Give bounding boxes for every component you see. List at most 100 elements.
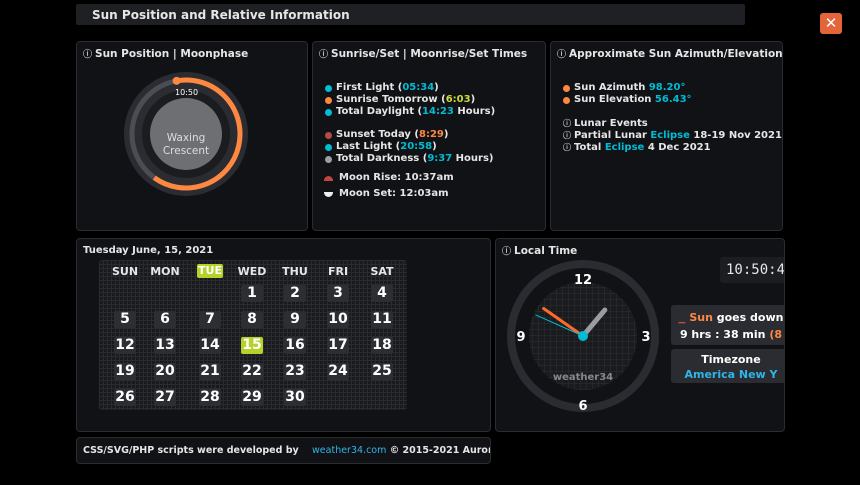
calendar-day[interactable]: 18 — [371, 337, 393, 354]
partial-eclipse-row: ⓘ Partial Lunar Eclipse 18-19 Nov 2021 — [563, 130, 782, 141]
total-eclipse-row: ⓘ Total Eclipse 4 Dec 2021 — [563, 142, 711, 153]
weekday-tue: TUE — [197, 264, 223, 278]
clock-number-3: 3 — [641, 330, 650, 345]
daylight-row: Total Daylight (14:23 Hours) — [325, 106, 495, 118]
weekday-fri: FRI — [327, 265, 349, 278]
calendar-day[interactable]: 13 — [154, 337, 176, 354]
calendar-day[interactable]: 17 — [327, 337, 349, 354]
calendar-day[interactable]: 5 — [114, 311, 136, 328]
calendar-day[interactable]: 1 — [241, 285, 263, 302]
calendar-day[interactable]: 21 — [199, 363, 221, 380]
calendar-day[interactable]: 30 — [284, 389, 306, 406]
moonrise-row: Moon Rise: 10:37am — [324, 170, 454, 186]
moonset-icon — [324, 191, 333, 197]
panel-title: Approximate Sun Azimuth/Elevation — [569, 48, 783, 60]
elevation-row: Sun Elevation 56.43° — [563, 94, 692, 106]
cyan-dot-icon — [325, 84, 332, 92]
calendar-grid-bg — [99, 260, 407, 410]
info-icon: ⓘ — [557, 50, 567, 60]
calendar-day[interactable]: 10 — [327, 311, 349, 328]
sunrise-list: First Light (05:34) Sunrise Tomorrow (6:… — [325, 82, 495, 118]
sun-dial: 10:50 Waxing Crescent — [124, 72, 248, 196]
calendar-panel: Tuesday June, 15, 2021 SUN MON TUE WED THU FR… — [76, 238, 491, 432]
sunset-row: Sunset Today (8:29) — [325, 129, 494, 141]
sunrise-row: Sunrise Tomorrow (6:03) — [325, 94, 495, 106]
clock-brand: weather34 — [553, 372, 613, 383]
panel-title: Sunrise/Set | Moonrise/Set Times — [331, 48, 528, 60]
calendar-date: Tuesday June, 15, 2021 — [83, 245, 214, 256]
moonset-row: Moon Set: 12:03am — [324, 186, 454, 202]
sun-down-box: ▁ Sun goes down 9 hrs : 38 min (8 — [671, 305, 784, 345]
azimuth-panel: ⓘ Approximate Sun Azimuth/Elevation Sun A… — [550, 41, 783, 231]
calendar-day[interactable]: 24 — [327, 363, 349, 380]
red-dot-icon — [325, 131, 332, 139]
calendar-day[interactable]: 16 — [284, 337, 306, 354]
footer-credit: CSS/SVG/PHP scripts were developed by we… — [83, 445, 490, 456]
cyan-dot-icon — [325, 108, 332, 116]
weekday-mon: MON — [150, 265, 180, 278]
calendar-day-today[interactable]: 15 — [241, 337, 263, 354]
calendar-day[interactable]: 3 — [327, 285, 349, 302]
info-icon: ⓘ — [319, 50, 329, 60]
azimuth-list: Sun Azimuth 98.20° Sun Elevation 56.43° — [563, 82, 692, 106]
weekday-wed: WED — [237, 265, 267, 278]
orange-dot-icon — [563, 84, 570, 92]
close-button[interactable]: ✕ — [820, 13, 842, 34]
title-bar: Sun Position and Relative Information — [76, 4, 745, 25]
digital-clock: 10:50:49 — [720, 257, 784, 283]
orange-dot-icon — [563, 96, 570, 104]
last-light-row: Last Light (20:58) — [325, 141, 494, 153]
lunar-events-row: ⓘ Lunar Events — [563, 118, 648, 129]
weekday-thu: THU — [282, 265, 308, 278]
azimuth-row: Sun Azimuth 98.20° — [563, 82, 692, 94]
sunrise-sunset-panel: ⓘ Sunrise/Set | Moonrise/Set Times First … — [312, 41, 546, 231]
page-title: Sun Position and Relative Information — [92, 8, 350, 22]
calendar-day[interactable]: 28 — [199, 389, 221, 406]
calendar-day[interactable]: 23 — [284, 363, 306, 380]
weekday-sat: SAT — [370, 265, 394, 278]
calendar-day[interactable]: 25 — [371, 363, 393, 380]
calendar-day[interactable]: 4 — [371, 285, 393, 302]
calendar-day[interactable]: 19 — [114, 363, 136, 380]
calendar-day[interactable]: 8 — [241, 311, 263, 328]
moonrise-icon — [324, 175, 333, 181]
moon-phase-line2: Crescent — [163, 145, 209, 157]
info-icon: ⓘ — [563, 119, 571, 128]
darkness-row: Total Darkness (9:37 Hours) — [325, 153, 494, 165]
calendar-day[interactable]: 14 — [199, 337, 221, 354]
moon-phase-line1: Waxing — [167, 132, 206, 144]
clock-number-12: 12 — [574, 273, 592, 288]
lunar-events-list: ⓘ Lunar Events ⓘ Partial Lunar Eclipse 18-… — [563, 118, 782, 154]
info-icon: ⓘ — [563, 143, 571, 152]
calendar-day[interactable]: 6 — [154, 311, 176, 328]
timezone-box: Timezone America New Y — [671, 349, 784, 383]
sunset-list: Sunset Today (8:29) Last Light (20:58) T… — [325, 129, 494, 165]
calendar-day[interactable]: 20 — [154, 363, 176, 380]
calendar-day[interactable]: 29 — [241, 389, 263, 406]
calendar-day[interactable]: 7 — [199, 311, 221, 328]
dial-time: 10:50 — [175, 88, 198, 97]
cyan-dot-icon — [325, 143, 332, 151]
clock-number-6: 6 — [578, 399, 587, 414]
calendar-day[interactable]: 2 — [284, 285, 306, 302]
clock-number-9: 9 — [516, 330, 525, 345]
footer-panel: CSS/SVG/PHP scripts were developed by we… — [76, 437, 491, 464]
first-light-row: First Light (05:34) — [325, 82, 495, 94]
moon-times: Moon Rise: 10:37am Moon Set: 12:03am — [324, 170, 454, 202]
sun-marker-icon — [172, 76, 181, 85]
calendar-day[interactable]: 12 — [114, 337, 136, 354]
weather34-link[interactable]: weather34.com — [312, 445, 386, 456]
calendar-day[interactable]: 9 — [284, 311, 306, 328]
weekday-sun: SUN — [111, 265, 139, 278]
orange-dot-icon — [325, 96, 332, 104]
local-time-panel: ⓘLocal Time 12 3 6 9 weather34 10:50:49 … — [495, 238, 785, 432]
info-icon: ⓘ — [563, 131, 571, 140]
sun-position-panel: ⓘ Sun Position | Moonphase 10:50 Waxing C… — [76, 41, 308, 231]
clock-center — [578, 331, 588, 341]
grey-dot-icon — [325, 155, 332, 163]
calendar-day[interactable]: 26 — [114, 389, 136, 406]
calendar-day[interactable]: 22 — [241, 363, 263, 380]
calendar-day[interactable]: 11 — [371, 311, 393, 328]
calendar-day[interactable]: 27 — [154, 389, 176, 406]
sunset-icon: ▁ — [678, 314, 686, 324]
